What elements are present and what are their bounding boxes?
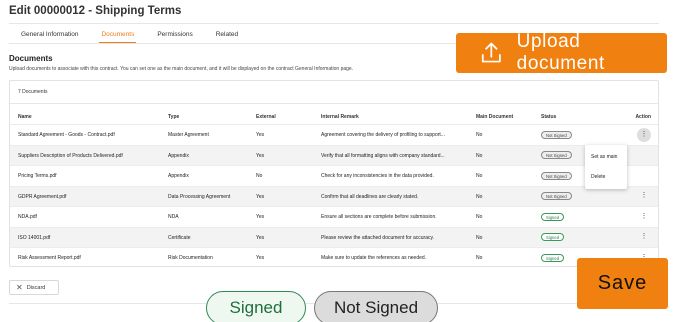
document-type: Certificate xyxy=(168,234,191,241)
upload-icon xyxy=(481,42,501,63)
document-main: No xyxy=(476,255,483,261)
document-status: Signed xyxy=(541,207,601,227)
status-badge: Not Signed xyxy=(541,192,572,201)
row-action: ⋮ xyxy=(607,187,651,207)
document-remark: Confirm that all deadlines are clearly s… xyxy=(321,193,419,200)
column-header-external[interactable]: External xyxy=(256,110,316,124)
table-row[interactable]: Risk Assessment Report.pdf Risk Document… xyxy=(10,247,658,268)
document-status: Not Signed xyxy=(541,125,601,145)
set-as-main-menu-item[interactable]: Set as main xyxy=(591,152,617,162)
document-type: Data Processing Agreement xyxy=(168,193,231,200)
document-name[interactable]: GDPR Agreement.pdf xyxy=(18,187,168,207)
document-main: No xyxy=(476,173,483,179)
column-header-remark[interactable]: Internal Remark xyxy=(321,110,479,124)
status-badge: Not Signed xyxy=(541,171,572,180)
column-header-name[interactable]: Name xyxy=(18,110,168,124)
document-main: No xyxy=(476,234,483,241)
document-external: Yes xyxy=(256,234,265,241)
document-status: Signed xyxy=(541,228,601,248)
document-type: Appendix xyxy=(168,152,189,159)
column-header-action: Action xyxy=(635,114,651,120)
count-divider xyxy=(10,103,658,104)
status-badge: Signed xyxy=(541,212,565,221)
row-action-menu: Set as main Delete xyxy=(585,145,627,189)
document-main: No xyxy=(476,193,483,200)
table-row[interactable]: Pricing Terms.pdf Appendix No Check for … xyxy=(10,165,658,186)
upload-document-button[interactable]: Upload document xyxy=(456,31,667,74)
signed-status-badge: Signed xyxy=(206,291,306,322)
documents-description: Upload documents to associate with this … xyxy=(9,66,354,72)
not-signed-status-badge: Not Signed xyxy=(314,291,438,322)
document-external: Yes xyxy=(256,193,265,200)
document-status: Not Signed xyxy=(541,187,601,207)
document-external: Yes xyxy=(256,255,265,261)
document-name[interactable]: Standard Agreement - Goods - Contract.pd… xyxy=(18,125,168,145)
document-name[interactable]: Risk Assessment Report.pdf xyxy=(18,248,168,268)
upload-document-label: Upload document xyxy=(516,31,605,74)
status-badge: Not Signed xyxy=(541,151,572,160)
discard-button[interactable]: ✕ Discard xyxy=(9,280,59,295)
document-main: No xyxy=(476,132,483,138)
document-type: NDA xyxy=(168,214,179,220)
document-type: Risk Documentation xyxy=(168,255,213,261)
table-row[interactable]: Suppliers Description of Products Delive… xyxy=(10,144,658,166)
document-name[interactable]: Suppliers Description of Products Delive… xyxy=(18,146,168,166)
row-action: ⋮ xyxy=(607,207,651,227)
title-divider xyxy=(9,23,659,24)
column-header-type[interactable]: Type xyxy=(168,110,256,124)
document-external: Yes xyxy=(256,132,265,138)
status-badge: Signed xyxy=(541,253,565,262)
document-remark: Make sure to update the references as ne… xyxy=(321,255,427,261)
status-badge: Not Signed xyxy=(541,130,572,139)
table-row[interactable]: NDA.pdf NDA Yes Ensure all sections are … xyxy=(10,206,658,227)
document-remark: Verify that all formatting aligns with c… xyxy=(321,152,445,159)
document-remark: Please review the attached document for … xyxy=(321,234,435,241)
row-action: ⋮ xyxy=(607,125,651,145)
status-badge: Signed xyxy=(541,233,565,242)
discard-label: Discard xyxy=(26,284,46,291)
column-header-status[interactable]: Status xyxy=(541,110,601,124)
document-external: No xyxy=(256,173,263,179)
document-remark: Check for any inconsistencies in the dat… xyxy=(321,173,434,179)
close-icon: ✕ xyxy=(16,283,23,292)
document-external: Yes xyxy=(256,214,265,220)
table-header: Name Type External Internal Remark Main … xyxy=(10,110,658,124)
table-row[interactable]: ISO 14001.pdf Certificate Yes Please rev… xyxy=(10,226,658,248)
table-row[interactable]: Standard Agreement - Goods - Contract.pd… xyxy=(10,124,658,145)
more-vertical-icon[interactable]: ⋮ xyxy=(637,210,651,224)
more-vertical-icon[interactable]: ⋮ xyxy=(637,127,651,142)
document-main: No xyxy=(476,152,483,159)
more-vertical-icon[interactable]: ⋮ xyxy=(637,230,651,244)
document-name[interactable]: NDA.pdf xyxy=(18,207,168,227)
save-button[interactable]: Save xyxy=(577,258,668,309)
document-remark: Ensure all sections are complete before … xyxy=(321,214,437,220)
documents-heading: Documents xyxy=(9,54,53,63)
document-type: Master Agreement xyxy=(168,132,209,138)
delete-menu-item[interactable]: Delete xyxy=(591,172,605,182)
document-name[interactable]: Pricing Terms.pdf xyxy=(18,166,168,186)
documents-table: 7 Documents Name Type External Internal … xyxy=(9,80,659,267)
document-remark: Agreement covering the delivery of profi… xyxy=(321,132,445,138)
document-main: No xyxy=(476,214,483,220)
page-title: Edit 00000012 - Shipping Terms xyxy=(9,5,182,17)
document-count: 7 Documents xyxy=(18,89,48,95)
document-name[interactable]: ISO 14001.pdf xyxy=(18,228,168,248)
document-type: Appendix xyxy=(168,173,189,179)
column-header-main-document[interactable]: Main Document xyxy=(476,110,536,124)
more-vertical-icon[interactable]: ⋮ xyxy=(637,189,651,203)
row-action: ⋮ xyxy=(607,228,651,248)
table-row[interactable]: GDPR Agreement.pdf Data Processing Agree… xyxy=(10,185,658,207)
document-external: Yes xyxy=(256,152,265,159)
